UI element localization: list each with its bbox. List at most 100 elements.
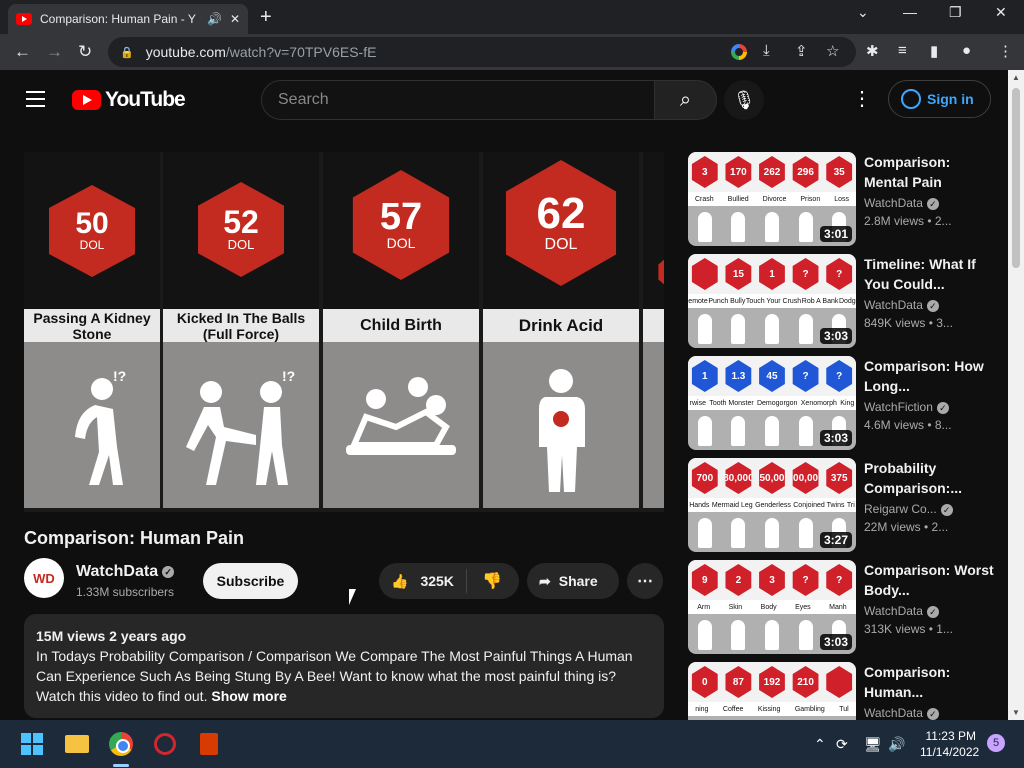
file-explorer-button[interactable] <box>63 730 91 758</box>
verified-check-icon: ✓ <box>926 299 939 312</box>
sync-icon[interactable]: ⟳ <box>836 736 848 753</box>
video-thumbnail[interactable]: 3 170 262 296 35 Crash Bullied Divorce Prison Los… <box>688 152 856 246</box>
back-arrow-icon[interactable]: ← <box>14 42 31 62</box>
scroll-down-icon[interactable]: ▼ <box>1012 708 1020 717</box>
video-thumbnail[interactable]: 1 1.3 45?? rwise Tooth Monster Demogorgon Xeno… <box>688 356 856 450</box>
window-close-icon[interactable]: ✕ <box>995 4 1007 21</box>
show-more-button[interactable]: Show more <box>211 688 286 704</box>
restore-icon[interactable]: ❐ <box>949 4 962 21</box>
youtube-play-icon <box>72 90 101 110</box>
recommended-title[interactable]: Comparison: How Long... <box>864 356 994 396</box>
share-label: Share <box>558 573 598 589</box>
account-icon <box>901 89 921 109</box>
recommended-channel-text: Reigarw Co... <box>864 502 937 516</box>
chrome-taskbar-button[interactable] <box>107 730 135 758</box>
thumbnail-value: 35 <box>826 156 853 188</box>
thumbnail-label: King <box>840 399 855 407</box>
pain-value: 52 <box>223 204 259 241</box>
side-panel-icon[interactable]: ▮ <box>930 42 938 60</box>
speaker-icon[interactable]: 🔊 <box>207 12 222 26</box>
thumbnail-value: 700 <box>691 462 718 494</box>
youtube-logo[interactable]: YouTube <box>72 88 186 112</box>
pain-value: 50 <box>75 207 109 241</box>
scroll-up-icon[interactable]: ▲ <box>1012 73 1020 82</box>
taskbar-clock[interactable]: 11:23 PM 11/14/2022 <box>920 728 979 760</box>
recommended-title[interactable]: Comparison: Worst Body... <box>864 560 994 600</box>
notification-badge[interactable]: 5 <box>987 734 1005 752</box>
recommended-channel[interactable]: WatchData ✓ <box>864 604 939 618</box>
recommended-title[interactable]: Probability Comparison:... <box>864 458 994 498</box>
recommended-video[interactable]: 700 80,000 150,000 200,000 375 Hands Mermaid L… <box>688 458 1008 552</box>
recommended-video[interactable]: 9 2 3?? Arm Skin Body Eyes Manh 3:03 Comparison: … <box>688 560 1008 654</box>
recommended-stats: 2.8M views • 2... <box>864 214 952 228</box>
close-tab-icon[interactable]: ✕ <box>230 12 240 26</box>
tab-search-icon[interactable]: ⌄ <box>857 4 869 21</box>
recommended-channel[interactable]: Reigarw Co... ✓ <box>864 502 953 516</box>
recommended-video[interactable]: 15 1?? emote Punch Bully Touch Your Crush Rob… <box>688 254 1008 348</box>
share-arrow-icon: ➦ <box>539 572 551 589</box>
tab-title: Comparison: Human Pain - Y <box>40 12 196 26</box>
recommended-title[interactable]: Timeline: What If You Could... <box>864 254 994 294</box>
install-icon[interactable]: ⤓ <box>763 42 770 59</box>
google-lens-icon[interactable] <box>731 44 747 60</box>
recommended-title[interactable]: Comparison: Mental Pain <box>864 152 994 192</box>
recommended-stats: 313K views • 1... <box>864 622 953 636</box>
thumbnail-value <box>691 258 718 290</box>
thumbnail-label: Arm <box>697 603 711 611</box>
thumbnail-figure <box>798 212 813 242</box>
office-button[interactable] <box>195 730 223 758</box>
thumbnail-figure <box>798 416 813 446</box>
recommended-channel[interactable]: WatchData ✓ <box>864 298 939 312</box>
description-box[interactable]: 15M views 2 years ago In Todays Probabil… <box>24 614 664 718</box>
start-button[interactable] <box>18 730 46 758</box>
recommended-title[interactable]: Comparison: Human... <box>864 662 994 702</box>
pain-column: 57 DOL Child Birth <box>323 152 479 508</box>
more-actions-button[interactable]: ⋯ <box>627 563 663 599</box>
scrollbar-thumb[interactable] <box>1012 88 1020 268</box>
recommended-channel[interactable]: WatchData ✓ <box>864 196 939 210</box>
browser-tab[interactable]: Comparison: Human Pain - Y 🔊 ✕ <box>8 4 248 34</box>
recommended-video[interactable]: 3 170 262 296 35 Crash Bullied Divorce Prison Los… <box>688 152 1008 246</box>
pain-value: 57 <box>379 196 423 239</box>
amd-software-button[interactable] <box>151 730 179 758</box>
share-button[interactable]: ➦ Share <box>527 563 619 599</box>
chrome-menu-icon[interactable]: ⋮ <box>998 42 1013 60</box>
thumbnail-figure <box>764 518 779 548</box>
like-button[interactable]: 👍 325K <box>379 569 467 593</box>
network-icon[interactable]: 🖥 <box>864 736 882 753</box>
search-button[interactable]: ⌕ <box>654 80 717 120</box>
minimize-icon[interactable]: — <box>903 4 917 20</box>
video-thumbnail[interactable]: 700 80,000 150,000 200,000 375 Hands Mermaid L… <box>688 458 856 552</box>
recommended-video[interactable]: 1 1.3 45?? rwise Tooth Monster Demogorgon Xeno… <box>688 356 1008 450</box>
extensions-icon[interactable]: ✱ <box>866 42 879 60</box>
video-player[interactable]: 50 DOL Passing A Kidney Stone !? 52 DOL … <box>24 152 664 512</box>
microphone-icon: 🎙 <box>732 89 756 110</box>
tray-overflow-icon[interactable]: ⌃ <box>814 736 826 753</box>
forward-arrow-icon[interactable]: → <box>46 42 63 62</box>
dislike-button[interactable]: 👎 <box>467 571 502 591</box>
volume-icon[interactable]: 🔊 <box>888 736 905 753</box>
thumbnail-value: 0 <box>691 666 718 698</box>
share-page-icon[interactable]: ⇪ <box>795 42 808 60</box>
hamburger-menu-icon[interactable] <box>26 91 45 112</box>
media-control-icon[interactable]: ≡ <box>898 42 907 59</box>
new-tab-button[interactable]: + <box>260 6 272 29</box>
channel-name[interactable]: WatchData ✓ <box>76 563 175 581</box>
voice-search-button[interactable]: 🎙 <box>724 80 764 120</box>
settings-more-icon[interactable]: ⋮ <box>852 86 872 111</box>
recommended-channel[interactable]: WatchFiction ✓ <box>864 400 949 414</box>
page-scrollbar[interactable]: ▲ ▼ <box>1008 70 1024 720</box>
video-thumbnail[interactable]: 9 2 3?? Arm Skin Body Eyes Manh 3:03 <box>688 560 856 654</box>
reload-icon[interactable]: ↻ <box>78 42 92 62</box>
sign-in-button[interactable]: Sign in <box>888 80 991 118</box>
channel-avatar[interactable]: WD <box>24 558 64 598</box>
folder-icon <box>65 735 89 753</box>
subscribe-button[interactable]: Subscribe <box>203 563 298 599</box>
bookmark-star-icon[interactable]: ☆ <box>826 42 839 60</box>
recommended-channel-text: WatchData <box>864 604 923 618</box>
youtube-header: YouTube Search ⌕ 🎙 ⋮ Sign in <box>0 70 1008 128</box>
profile-icon[interactable]: ● <box>962 42 971 59</box>
search-input[interactable]: Search <box>261 80 655 120</box>
recommended-channel[interactable]: WatchData ✓ <box>864 706 939 720</box>
video-thumbnail[interactable]: 15 1?? emote Punch Bully Touch Your Crush Rob… <box>688 254 856 348</box>
